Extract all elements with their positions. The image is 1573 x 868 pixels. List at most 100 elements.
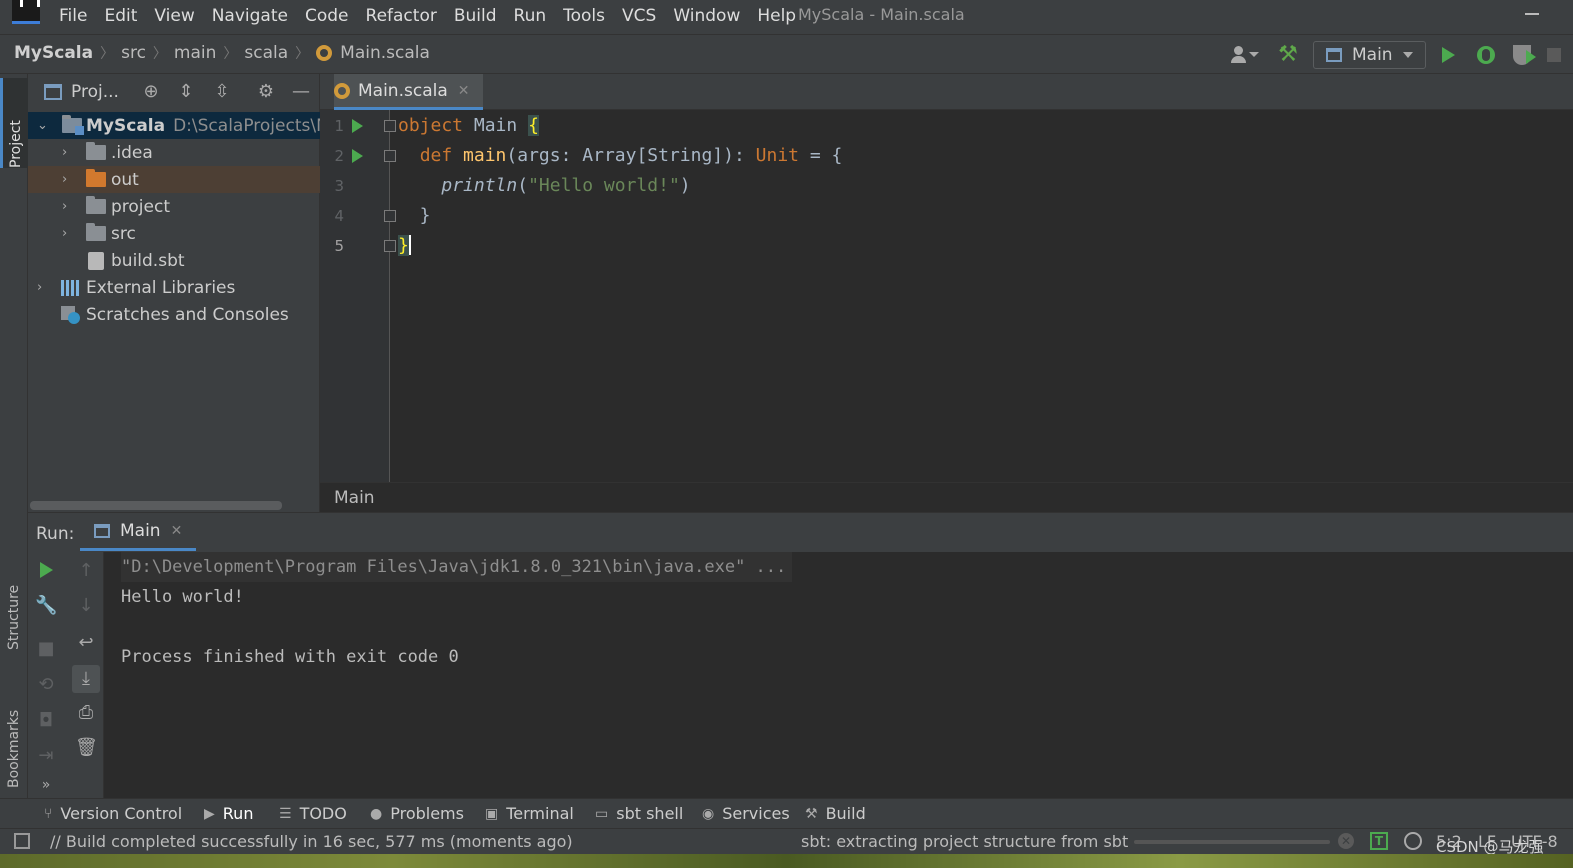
- menu-tools[interactable]: Tools: [563, 6, 605, 26]
- locate-file-icon[interactable]: ⊕: [141, 82, 161, 102]
- minimize-icon[interactable]: [1525, 13, 1539, 15]
- collapse-all-icon[interactable]: ⇳: [212, 82, 232, 102]
- close-icon[interactable]: ✕: [458, 83, 470, 99]
- gutter-run-icon[interactable]: [352, 149, 363, 163]
- chevron-right-icon[interactable]: ›: [62, 227, 74, 240]
- code-editor[interactable]: 1 2 3 4 5 object Main { def main(args: A…: [320, 110, 1573, 482]
- tree-item-out[interactable]: › out: [28, 166, 320, 193]
- breadcrumb-project[interactable]: MyScala: [14, 43, 93, 63]
- run-toolbar: ⚒ Main: [1231, 40, 1573, 70]
- tool-tab-bookmarks[interactable]: Bookmarks: [0, 678, 28, 788]
- chevron-down-icon[interactable]: ⌄: [37, 119, 49, 132]
- tool-tab-todo[interactable]: ☰ TODO: [279, 804, 347, 823]
- run-icon: ▶: [204, 805, 215, 822]
- tool-tab-bookmarks-label: Bookmarks: [6, 709, 22, 788]
- user-icon[interactable]: [1231, 44, 1261, 66]
- fold-marker-icon[interactable]: [384, 210, 396, 222]
- tree-item-src[interactable]: › src: [28, 220, 320, 247]
- chevron-right-icon[interactable]: ›: [62, 173, 74, 186]
- menu-help[interactable]: Help: [757, 6, 796, 26]
- clock-icon[interactable]: [1404, 832, 1422, 850]
- camera-icon[interactable]: ◘: [35, 710, 57, 732]
- tool-tab-project[interactable]: Project: [0, 78, 28, 168]
- tab-main-scala[interactable]: Main.scala ✕: [334, 74, 484, 110]
- gutter-run-icon[interactable]: [352, 119, 363, 133]
- breadcrumb-src[interactable]: src: [121, 43, 146, 63]
- fold-marker-icon[interactable]: [384, 240, 396, 252]
- tree-item-idea[interactable]: › .idea: [28, 139, 320, 166]
- hide-panel-icon[interactable]: —: [291, 82, 311, 102]
- chevron-right-icon[interactable]: ›: [37, 281, 49, 294]
- tree-item-build-sbt[interactable]: build.sbt: [28, 247, 320, 274]
- menu-refactor[interactable]: Refactor: [366, 6, 437, 26]
- toggle-tool-windows-icon[interactable]: [14, 833, 30, 849]
- tree-item-external-libraries[interactable]: › External Libraries: [28, 274, 320, 301]
- exit-icon[interactable]: ⇥: [35, 745, 57, 767]
- tool-tab-services[interactable]: ◉ Services: [702, 804, 790, 823]
- run-config-select[interactable]: Main: [1313, 41, 1426, 69]
- code-token: ): [679, 175, 691, 196]
- tree-item-label: project: [111, 196, 171, 217]
- scroll-to-end-icon[interactable]: ⤓: [72, 665, 100, 693]
- menu-build[interactable]: Build: [454, 6, 497, 26]
- tool-tab-structure[interactable]: Structure: [0, 560, 28, 650]
- fold-marker-icon[interactable]: [384, 150, 396, 162]
- menu-navigate[interactable]: Navigate: [212, 6, 288, 26]
- console-line: Process finished with exit code 0: [121, 647, 459, 667]
- build-hammer-icon[interactable]: ⚒: [1275, 42, 1301, 68]
- print-icon[interactable]: ⎙: [75, 702, 97, 724]
- tree-item-myscala[interactable]: ⌄ MyScala D:\ScalaProjects\My: [28, 112, 341, 139]
- menu-file[interactable]: File: [59, 6, 87, 26]
- tree-item-project[interactable]: › project: [28, 193, 320, 220]
- menu-edit[interactable]: Edit: [104, 6, 137, 26]
- tool-tab-problems[interactable]: ● Problems: [370, 804, 464, 823]
- run-tab-main[interactable]: Main ✕: [80, 513, 197, 551]
- chevron-right-icon[interactable]: ›: [62, 200, 74, 213]
- menu-vcs[interactable]: VCS: [622, 6, 656, 26]
- rerun-icon[interactable]: [40, 562, 53, 578]
- close-icon[interactable]: ✕: [171, 523, 183, 539]
- code-token: = {: [799, 145, 843, 166]
- menu-window[interactable]: Window: [673, 6, 740, 26]
- stop-icon[interactable]: ■: [35, 638, 57, 660]
- intellij-logo-icon[interactable]: [12, 0, 40, 24]
- restore-layout-icon[interactable]: ⟲: [35, 674, 57, 696]
- code-line: }: [398, 205, 431, 226]
- soft-wrap-icon[interactable]: ↩: [75, 632, 97, 654]
- background-task-text[interactable]: sbt: extracting project structure from s…: [801, 832, 1128, 851]
- arrow-up-icon[interactable]: ↑: [75, 560, 97, 582]
- tree-item-scratches[interactable]: Scratches and Consoles: [28, 301, 320, 328]
- more-icon[interactable]: »: [35, 774, 57, 796]
- tool-tab-run[interactable]: ▶ Run: [204, 804, 253, 823]
- fold-marker-icon[interactable]: [384, 120, 396, 132]
- tool-tab-version-control[interactable]: ⑂ Version Control: [44, 804, 182, 823]
- editor-breadcrumb-item[interactable]: Main: [334, 488, 375, 508]
- menu-bar: File Edit View Navigate Code Refactor Bu…: [0, 0, 1573, 34]
- run-with-coverage-button[interactable]: [1513, 45, 1536, 65]
- tool-tab-sbt-shell[interactable]: ▭ sbt shell: [595, 804, 683, 823]
- menu-run[interactable]: Run: [514, 6, 547, 26]
- project-view-select[interactable]: Proj...: [71, 82, 119, 102]
- expand-all-icon[interactable]: ⇕: [176, 82, 196, 102]
- typo-check-icon[interactable]: T: [1370, 832, 1388, 850]
- wrench-icon[interactable]: 🔧: [35, 595, 57, 617]
- menu-view[interactable]: View: [154, 6, 194, 26]
- breadcrumb-main[interactable]: main: [174, 43, 216, 63]
- breadcrumb-scala[interactable]: scala: [244, 43, 288, 63]
- status-message[interactable]: // Build completed successfully in 16 se…: [50, 832, 573, 851]
- tool-tab-label: Services: [722, 804, 790, 823]
- tool-tab-terminal[interactable]: ▣ Terminal: [485, 804, 574, 823]
- chevron-right-icon[interactable]: ›: [62, 146, 74, 159]
- cancel-task-icon[interactable]: ✕: [1338, 833, 1354, 849]
- tree-item-label: Scratches and Consoles: [86, 304, 289, 325]
- menu-code[interactable]: Code: [305, 6, 349, 26]
- tool-tab-build[interactable]: ⚒ Build: [805, 804, 866, 823]
- arrow-down-icon[interactable]: ↓: [75, 595, 97, 617]
- stop-button[interactable]: [1547, 48, 1561, 62]
- gear-icon[interactable]: ⚙: [256, 82, 276, 102]
- trash-icon[interactable]: 🗑: [75, 737, 98, 759]
- breadcrumb-file[interactable]: Main.scala: [340, 43, 430, 63]
- run-button[interactable]: [1442, 47, 1455, 63]
- horizontal-scrollbar[interactable]: [30, 501, 282, 510]
- debug-button[interactable]: [1477, 46, 1495, 64]
